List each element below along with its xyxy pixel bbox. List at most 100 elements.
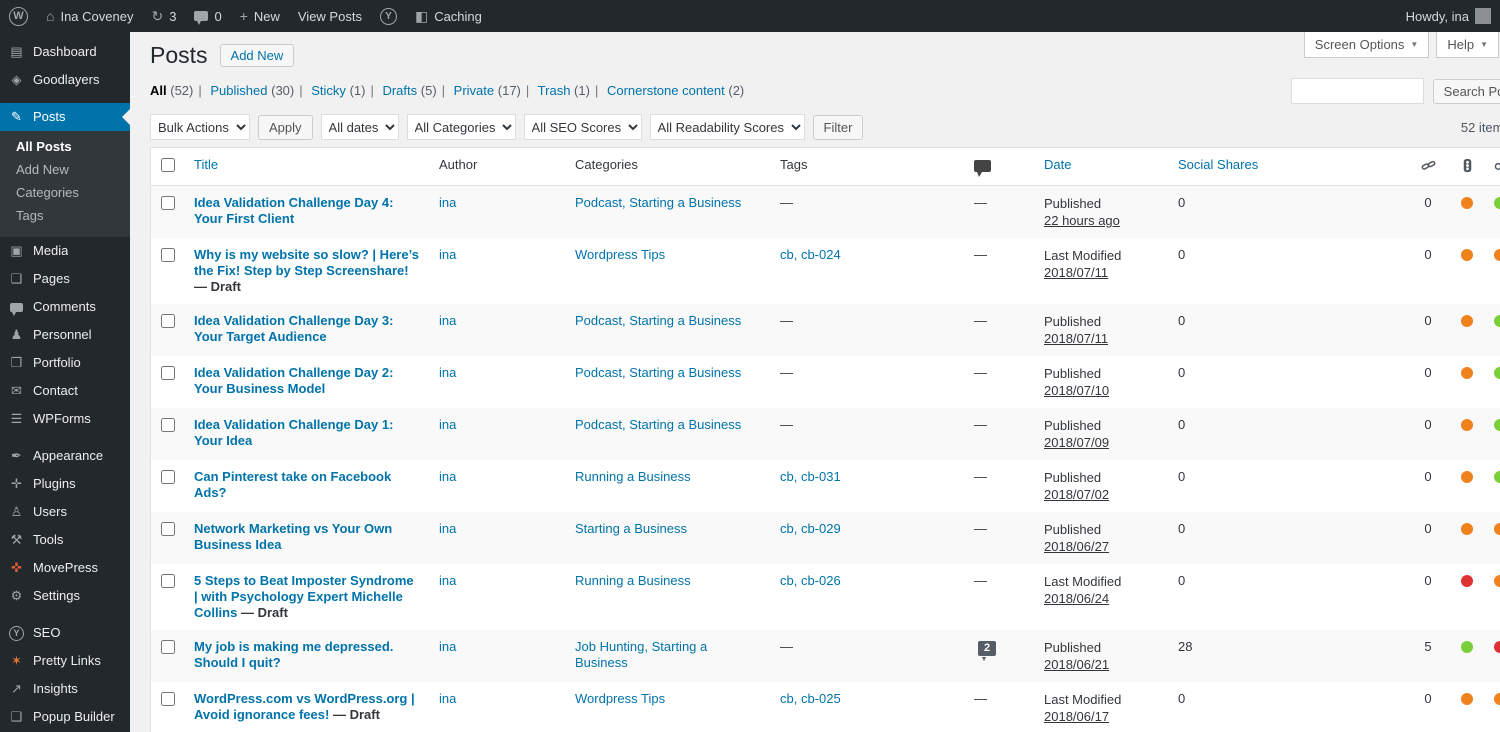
sidebar-item[interactable]: ◈ Goodlayers <box>0 66 130 94</box>
filter-button[interactable]: Filter <box>812 114 864 140</box>
apply-button[interactable]: Apply <box>258 114 313 140</box>
yoast-adminbar-menu[interactable]: Y <box>371 0 406 32</box>
posts-submenu-item[interactable]: Categories <box>0 181 130 204</box>
categories-links[interactable]: Job Hunting, Starting a Business <box>575 639 707 670</box>
sidebar-item[interactable]: ✜ MovePress <box>0 554 130 582</box>
categories-links[interactable]: Running a Business <box>575 469 691 484</box>
author-link[interactable]: ina <box>439 365 456 380</box>
site-name-link[interactable]: ⌂ Ina Coveney <box>37 0 142 32</box>
row-checkbox[interactable] <box>161 574 175 588</box>
sidebar-item[interactable]: ❒ Portfolio <box>0 349 130 377</box>
post-title-link[interactable]: Idea Validation Challenge Day 4: Your Fi… <box>194 195 393 226</box>
sidebar-item[interactable]: ❏ Pages <box>0 265 130 293</box>
search-input[interactable] <box>1290 78 1424 104</box>
sidebar-item[interactable]: ⚒ Tools <box>0 526 130 554</box>
wp-logo-button[interactable]: W <box>0 0 37 32</box>
author-link[interactable]: ina <box>439 247 456 262</box>
post-title-link[interactable]: Network Marketing vs Your Own Business I… <box>194 521 392 552</box>
categories-links[interactable]: Wordpress Tips <box>575 247 665 262</box>
post-title-link[interactable]: Idea Validation Challenge Day 2: Your Bu… <box>194 365 393 396</box>
post-title-link[interactable]: 5 Steps to Beat Imposter Syndrome | with… <box>194 573 414 620</box>
sidebar-item[interactable]: ✛ Plugins <box>0 470 130 498</box>
categories-links[interactable]: Podcast, Starting a Business <box>575 195 741 210</box>
categories-links[interactable]: Podcast, Starting a Business <box>575 313 741 328</box>
tags-links[interactable]: cb, cb-024 <box>780 247 841 262</box>
column-header-date[interactable]: Date <box>1044 157 1071 172</box>
sidebar-item[interactable]: Y SEO <box>0 619 130 647</box>
row-checkbox[interactable] <box>161 692 175 706</box>
tags-links[interactable]: cb, cb-025 <box>780 691 841 706</box>
column-header-title[interactable]: Title <box>194 157 218 172</box>
sidebar-item[interactable]: ☰ WPForms <box>0 405 130 433</box>
view-filter-link[interactable]: Sticky <box>311 83 346 98</box>
posts-submenu-item[interactable]: All Posts <box>0 135 130 158</box>
tags-links[interactable]: cb, cb-026 <box>780 573 841 588</box>
sidebar-item[interactable]: ♙ Users <box>0 498 130 526</box>
categories-links[interactable]: Podcast, Starting a Business <box>575 417 741 432</box>
tags-links[interactable]: cb, cb-029 <box>780 521 841 536</box>
comment-count-badge[interactable]: 2 <box>978 641 996 661</box>
view-filter-link[interactable]: Private <box>454 83 494 98</box>
author-link[interactable]: ina <box>439 573 456 588</box>
view-filter-link[interactable]: All <box>150 83 167 98</box>
sidebar-item[interactable]: Comments <box>0 293 130 321</box>
post-title-link[interactable]: Idea Validation Challenge Day 1: Your Id… <box>194 417 393 448</box>
author-link[interactable]: ina <box>439 469 456 484</box>
row-checkbox[interactable] <box>161 640 175 654</box>
view-filter-link[interactable]: Cornerstone content <box>607 83 725 98</box>
author-link[interactable]: ina <box>439 417 456 432</box>
row-checkbox[interactable] <box>161 248 175 262</box>
sidebar-item[interactable]: ▤ Dashboard <box>0 38 130 66</box>
categories-links[interactable]: Starting a Business <box>575 521 687 536</box>
row-checkbox[interactable] <box>161 522 175 536</box>
sidebar-item[interactable]: ↗ Insights <box>0 675 130 703</box>
sidebar-item-posts[interactable]: ✎ Posts <box>0 103 130 131</box>
categories-links[interactable]: Podcast, Starting a Business <box>575 365 741 380</box>
sidebar-item[interactable]: ▣ Media <box>0 237 130 265</box>
dates-filter-select[interactable]: All dates <box>320 114 399 140</box>
post-title-link[interactable]: My job is making me depressed. Should I … <box>194 639 393 670</box>
howdy-account-link[interactable]: Howdy, ina <box>1397 0 1500 32</box>
select-all-checkbox[interactable] <box>161 158 175 172</box>
help-button[interactable]: Help ▼ <box>1436 32 1499 58</box>
search-posts-button[interactable]: Search Posts <box>1432 78 1500 104</box>
categories-filter-select[interactable]: All Categories <box>406 114 516 140</box>
post-title-link[interactable]: Idea Validation Challenge Day 3: Your Ta… <box>194 313 393 344</box>
view-posts-link[interactable]: View Posts <box>289 0 371 32</box>
column-header-social-shares[interactable]: Social Shares <box>1178 157 1258 172</box>
author-link[interactable]: ina <box>439 691 456 706</box>
adminbar-comments-link[interactable]: 0 <box>185 0 230 32</box>
caching-link[interactable]: ◧ Caching <box>406 0 491 32</box>
sidebar-item[interactable]: ✶ Pretty Links <box>0 647 130 675</box>
view-filter-link[interactable]: Trash <box>538 83 571 98</box>
row-checkbox[interactable] <box>161 366 175 380</box>
view-filter-link[interactable]: Drafts <box>382 83 417 98</box>
sidebar-item[interactable]: ❑ Popup Builder <box>0 703 130 731</box>
author-link[interactable]: ina <box>439 195 456 210</box>
new-content-link[interactable]: + New <box>231 0 289 32</box>
readability-scores-filter-select[interactable]: All Readability Scores <box>649 114 805 140</box>
view-filter-link[interactable]: Published <box>210 83 267 98</box>
posts-submenu-item[interactable]: Tags <box>0 204 130 227</box>
tags-links[interactable]: cb, cb-031 <box>780 469 841 484</box>
sidebar-item[interactable]: ✉ Contact <box>0 377 130 405</box>
posts-submenu-item[interactable]: Add New <box>0 158 130 181</box>
author-link[interactable]: ina <box>439 639 456 654</box>
updates-link[interactable]: ↻ 3 <box>142 0 185 32</box>
row-checkbox[interactable] <box>161 196 175 210</box>
sidebar-item[interactable]: ✒ Appearance <box>0 442 130 470</box>
post-title-link[interactable]: Why is my website so slow? | Here’s the … <box>194 247 419 278</box>
screen-options-button[interactable]: Screen Options ▼ <box>1303 32 1430 58</box>
row-checkbox[interactable] <box>161 470 175 484</box>
author-link[interactable]: ina <box>439 313 456 328</box>
bulk-actions-select[interactable]: Bulk Actions <box>150 114 250 140</box>
author-link[interactable]: ina <box>439 521 456 536</box>
sidebar-item[interactable]: ♟ Personnel <box>0 321 130 349</box>
categories-links[interactable]: Running a Business <box>575 573 691 588</box>
post-title-link[interactable]: Can Pinterest take on Facebook Ads? <box>194 469 391 500</box>
categories-links[interactable]: Wordpress Tips <box>575 691 665 706</box>
seo-scores-filter-select[interactable]: All SEO Scores <box>523 114 642 140</box>
sidebar-item[interactable]: ⚙ Settings <box>0 582 130 610</box>
row-checkbox[interactable] <box>161 314 175 328</box>
post-title-link[interactable]: WordPress.com vs WordPress.org | Avoid i… <box>194 691 415 722</box>
